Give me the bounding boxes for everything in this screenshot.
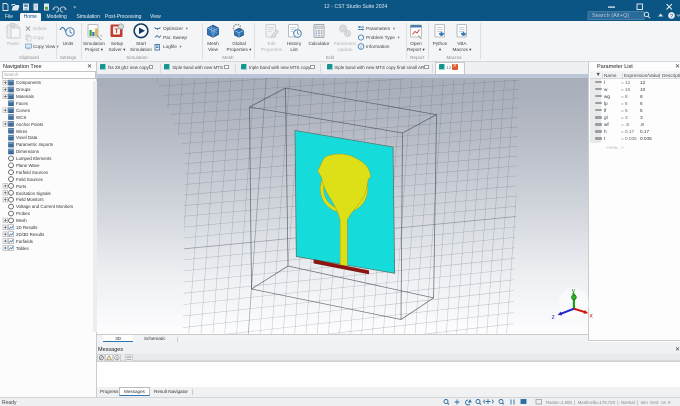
svg-text:T: T <box>115 28 119 35</box>
svg-text:z: z <box>552 314 555 321</box>
svg-text:x: x <box>590 313 594 320</box>
svg-text:?: ? <box>670 14 673 20</box>
